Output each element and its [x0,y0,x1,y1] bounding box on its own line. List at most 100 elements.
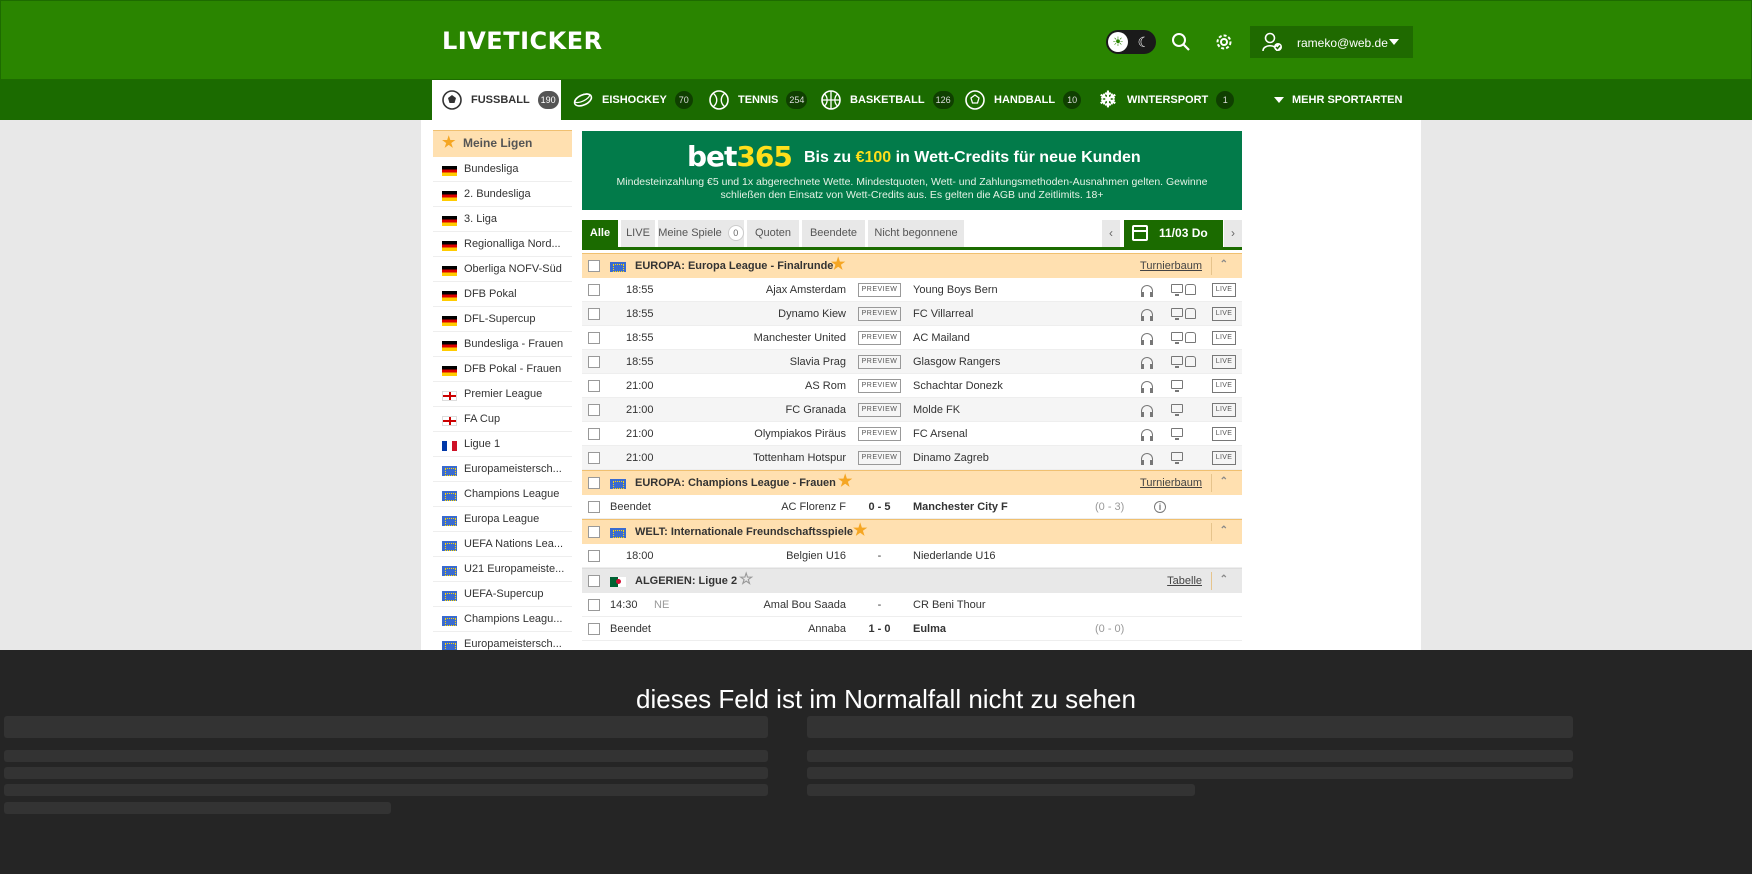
bet365-banner[interactable]: bet365 Bis zu €100 in Wett-Credits für n… [582,131,1242,210]
tab-beendete[interactable]: Beendete [802,220,865,247]
sidebar-item-league[interactable]: DFB Pokal [433,282,572,307]
preview-button[interactable]: PREVIEW [858,283,901,297]
home-team[interactable]: Amal Bou Saada [763,599,846,611]
live-button[interactable]: LIVE [1212,379,1236,393]
match-checkbox[interactable] [588,404,600,416]
tab-live[interactable]: LIVE [621,220,655,247]
match-row[interactable]: 21:00 FC Granada PREVIEW Molde FK LIVE [582,398,1242,422]
match-row[interactable]: 18:55 Slavia Prag PREVIEW Glasgow Rangers LI… [582,350,1242,374]
home-team[interactable]: FC Granada [785,404,846,416]
collapse-icon[interactable]: ⌃ [1220,574,1228,585]
liveticker-logo[interactable]: LIVETICKER [442,27,603,55]
collapse-icon[interactable]: ⌃ [1220,525,1228,536]
tv-icon[interactable] [1171,332,1183,344]
live-button[interactable]: LIVE [1212,451,1236,465]
next-day-button[interactable]: › [1224,220,1242,247]
away-team[interactable]: Eulma [913,623,946,635]
home-team[interactable]: Dynamo Kiew [778,308,846,320]
away-team[interactable]: AC Mailand [913,332,970,344]
sport-tab-fussball[interactable]: FUSSBALL 190 [432,80,561,120]
audio-icon[interactable] [1141,453,1153,465]
sidebar-item-league[interactable]: Bundesliga [433,157,572,182]
sport-tab-basketball[interactable]: BASKETBALL 126 [820,80,954,120]
league-title[interactable]: ALGERIEN: Ligue 2 [635,575,737,587]
group-link[interactable]: Turnierbaum [1140,260,1202,272]
sidebar-item-league[interactable]: Champions Leagu... [433,607,572,632]
audio-icon[interactable] [1141,381,1153,393]
away-team[interactable]: Dinamo Zagreb [913,452,989,464]
star-icon[interactable]: ☆ [739,572,753,588]
match-row[interactable]: 21:00 AS Rom PREVIEW Schachtar Donezk LIVE [582,374,1242,398]
collapse-icon[interactable]: ⌃ [1220,476,1228,487]
live-button[interactable]: LIVE [1212,355,1236,369]
live-button[interactable]: LIVE [1212,307,1236,321]
group-link[interactable]: Turnierbaum [1140,477,1202,489]
prev-day-button[interactable]: ‹ [1102,220,1120,247]
more-sports-button[interactable]: MEHR SPORTARTEN [1274,80,1402,120]
sidebar-item-league[interactable]: DFL-Supercup [433,307,572,332]
home-team[interactable]: Slavia Prag [790,356,846,368]
live-button[interactable]: LIVE [1212,427,1236,441]
match-row[interactable]: 21:00 Olympiakos Piräus PREVIEW FC Arsenal L… [582,422,1242,446]
sidebar-item-league[interactable]: Oberliga NOFV-Süd [433,257,572,282]
sidebar-item-league[interactable]: 2. Bundesliga [433,182,572,207]
match-checkbox[interactable] [588,308,600,320]
sidebar-item-league[interactable]: Premier League [433,382,572,407]
tv-icon[interactable] [1171,308,1183,320]
group-checkbox[interactable] [588,575,600,587]
tv-icon[interactable] [1171,284,1183,296]
away-team[interactable]: Niederlande U16 [913,550,996,562]
tv-icon[interactable] [1171,380,1183,392]
match-row[interactable]: 18:55 Manchester United PREVIEW AC Mailand L… [582,326,1242,350]
sidebar-item-league[interactable]: Europameistersch... [433,632,572,650]
home-team[interactable]: Manchester United [754,332,846,344]
away-team[interactable]: Schachtar Donezk [913,380,1003,392]
match-checkbox[interactable] [588,623,600,635]
search-icon[interactable] [1168,29,1194,55]
sport-tab-eishockey[interactable]: EISHOCKEY 70 [572,80,693,120]
sport-tab-handball[interactable]: HANDBALL 10 [964,80,1082,120]
home-team[interactable]: Tottenham Hotspur [753,452,846,464]
tv-icon[interactable] [1171,452,1183,464]
preview-button[interactable]: PREVIEW [858,379,901,393]
away-team[interactable]: FC Arsenal [913,428,967,440]
group-link[interactable]: Tabelle [1167,575,1202,587]
match-checkbox[interactable] [588,501,600,513]
home-team[interactable]: AS Rom [805,380,846,392]
group-checkbox[interactable] [588,260,600,272]
sport-tab-wintersport[interactable]: ❄ WINTERSPORT 1 [1097,80,1235,120]
sidebar-item-league[interactable]: UEFA-Supercup [433,582,572,607]
tab-alle[interactable]: Alle [582,220,618,247]
sidebar-item-league[interactable]: FA Cup [433,407,572,432]
preview-button[interactable]: PREVIEW [858,451,901,465]
sidebar-item-league[interactable]: UEFA Nations Lea... [433,532,572,557]
audio-icon[interactable] [1141,357,1153,369]
away-team[interactable]: CR Beni Thour [913,599,986,611]
preview-button[interactable]: PREVIEW [858,355,901,369]
away-team[interactable]: Manchester City F [913,501,1008,513]
home-team[interactable]: AC Florenz F [781,501,846,513]
group-checkbox[interactable] [588,526,600,538]
sidebar-item-league[interactable]: DFB Pokal - Frauen [433,357,572,382]
match-row[interactable]: 14:30 NE Amal Bou Saada - CR Beni Thour [582,593,1242,617]
sidebar-item-league[interactable]: Ligue 1 [433,432,572,457]
match-row[interactable]: 18:55 Dynamo Kiew PREVIEW FC Villarreal LIVE [582,302,1242,326]
preview-button[interactable]: PREVIEW [858,403,901,417]
tv-icon[interactable] [1171,356,1183,368]
league-title[interactable]: WELT: Internationale Freundschaftsspiele [635,526,853,538]
audio-icon[interactable] [1141,309,1153,321]
audio-icon[interactable] [1141,285,1153,297]
star-icon[interactable]: ★ [838,474,852,490]
home-team[interactable]: Belgien U16 [786,550,846,562]
match-checkbox[interactable] [588,380,600,392]
sidebar-item-league[interactable]: Regionalliga Nord... [433,232,572,257]
match-row[interactable]: 18:00 Belgien U16 - Niederlande U16 [582,544,1242,568]
theme-toggle[interactable]: ☀ ☾ [1106,30,1156,54]
jersey-icon[interactable] [1185,356,1196,367]
jersey-icon[interactable] [1185,284,1196,295]
tab-quoten[interactable]: Quoten [747,220,799,247]
sidebar-item-league[interactable]: U21 Europameiste... [433,557,572,582]
audio-icon[interactable] [1141,405,1153,417]
sidebar-item-league[interactable]: Europameistersch... [433,457,572,482]
jersey-icon[interactable] [1185,332,1196,343]
